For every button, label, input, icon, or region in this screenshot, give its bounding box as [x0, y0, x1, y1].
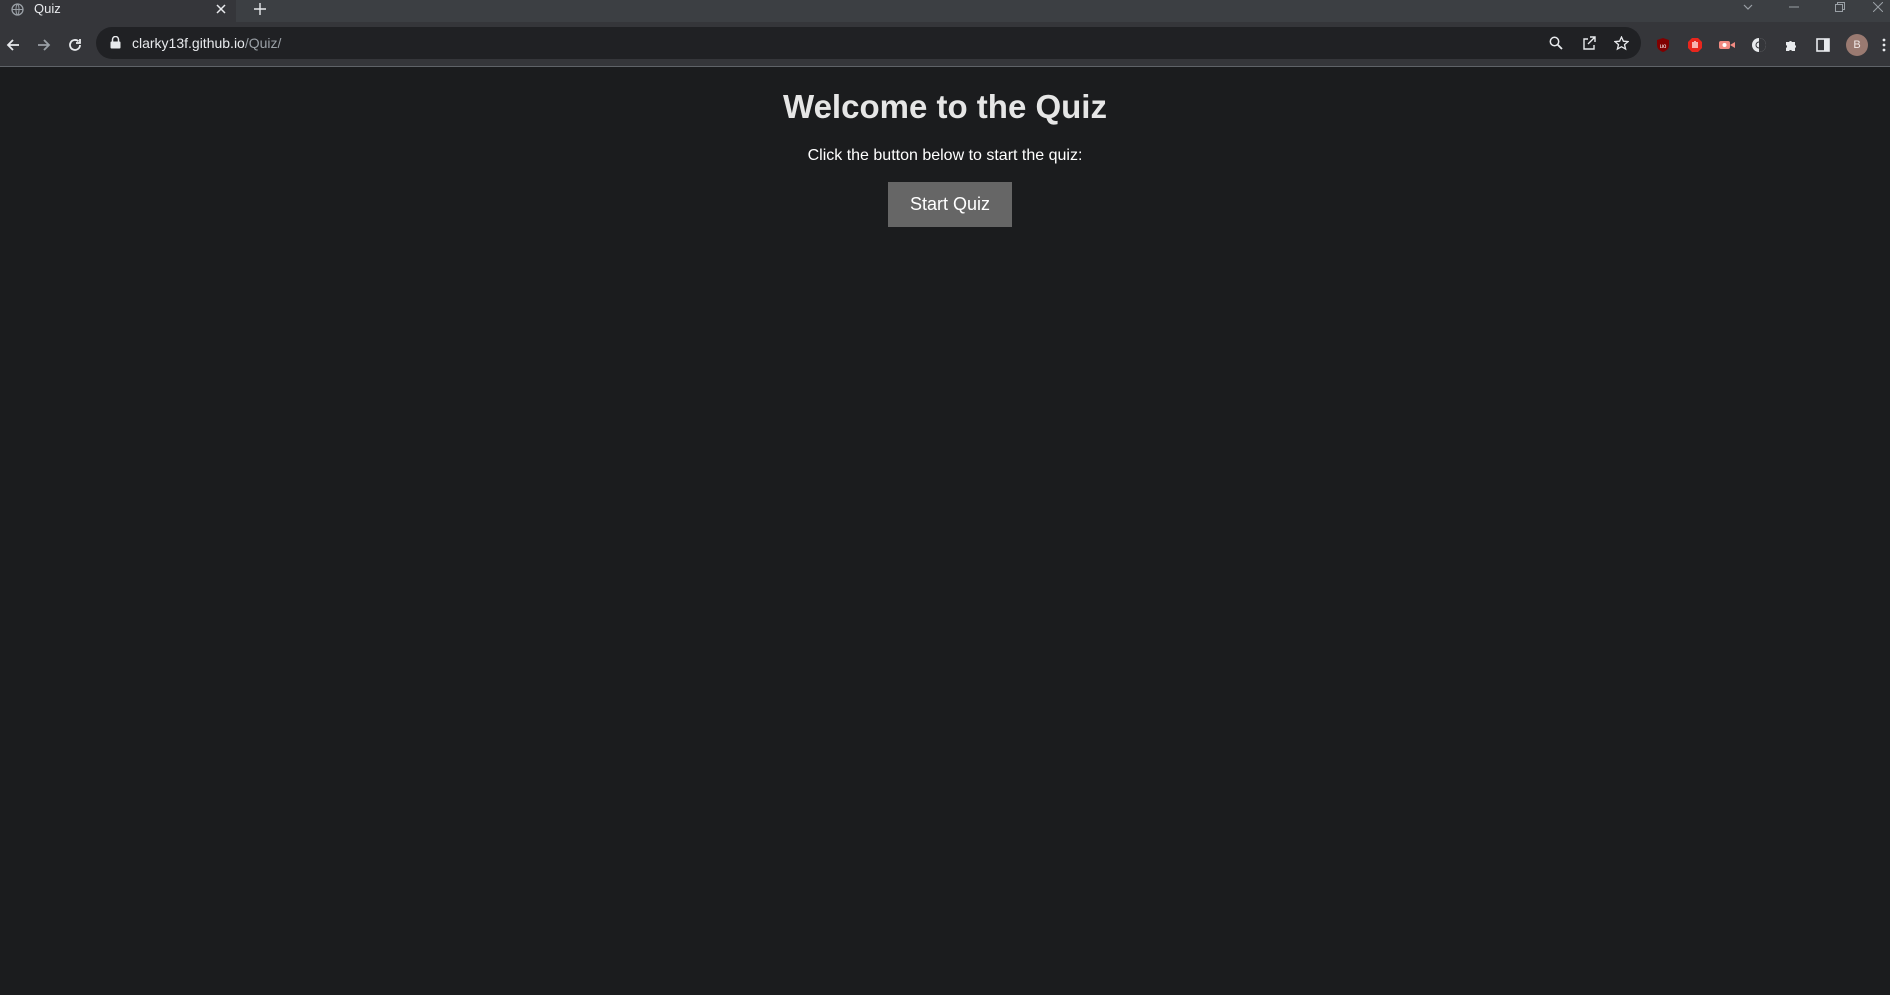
url-text[interactable]: clarky13f.github.io/Quiz/	[132, 35, 281, 51]
page-content: Welcome to the Quiz Click the button bel…	[0, 68, 1890, 995]
ublock-extension-icon[interactable]: uo	[1653, 36, 1673, 54]
minimize-icon[interactable]	[1782, 0, 1806, 14]
bookmark-star-icon[interactable]	[1612, 34, 1630, 52]
forward-arrow-icon[interactable]	[33, 35, 55, 55]
browser-tab[interactable]: Quiz	[0, 0, 236, 22]
browser-toolbar: clarky13f.github.io/Quiz/ uo B	[0, 22, 1890, 67]
adblock-extension-icon[interactable]	[1685, 36, 1705, 54]
back-arrow-icon[interactable]	[2, 35, 24, 55]
address-bar[interactable]: clarky13f.github.io/Quiz/	[96, 27, 1641, 59]
zoom-icon[interactable]	[1547, 34, 1565, 52]
close-tab-icon[interactable]	[214, 2, 228, 16]
video-extension-icon[interactable]	[1717, 36, 1737, 54]
extensions-puzzle-icon[interactable]	[1781, 36, 1801, 54]
lock-icon[interactable]	[110, 35, 122, 50]
side-panel-icon[interactable]	[1813, 36, 1833, 54]
close-window-icon[interactable]	[1866, 0, 1890, 14]
start-quiz-button[interactable]: Start Quiz	[888, 182, 1012, 227]
new-tab-icon[interactable]	[250, 0, 270, 18]
profile-avatar[interactable]: B	[1846, 34, 1868, 56]
dark-mode-extension-icon[interactable]	[1749, 36, 1769, 54]
share-icon[interactable]	[1580, 34, 1598, 52]
url-host: clarky13f.github.io	[132, 35, 245, 51]
globe-icon	[10, 2, 24, 16]
page-title: Welcome to the Quiz	[783, 88, 1107, 125]
tab-strip: Quiz	[0, 0, 1890, 22]
restore-icon[interactable]	[1828, 0, 1852, 14]
reload-icon[interactable]	[64, 35, 86, 55]
instruction-text: Click the button below to start the quiz…	[807, 147, 1083, 164]
menu-kebab-icon[interactable]	[1878, 36, 1890, 54]
svg-text:uo: uo	[1660, 44, 1667, 50]
tab-search-chevron-icon[interactable]	[1736, 0, 1760, 14]
tab-title: Quiz	[34, 1, 61, 16]
url-path: /Quiz/	[244, 35, 282, 51]
